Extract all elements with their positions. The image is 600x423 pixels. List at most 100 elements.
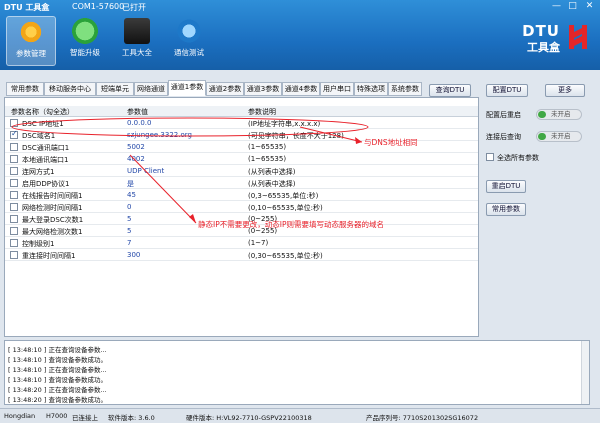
param-name: 本地通讯端口1 [22, 156, 69, 164]
param-name: 最大登录DSC次数1 [22, 216, 84, 224]
restart-after-config-toggle[interactable]: 未开启 [536, 109, 582, 120]
row-checkbox[interactable] [10, 155, 18, 163]
param-value[interactable]: 5 [127, 215, 131, 223]
tab-channel3[interactable]: 通道3参数 [244, 82, 282, 96]
row-checkbox[interactable] [10, 119, 18, 127]
toggle-knob [538, 111, 546, 118]
param-value[interactable]: 45 [127, 191, 136, 199]
row-checkbox[interactable] [10, 239, 18, 247]
param-value[interactable]: 0 [127, 203, 131, 211]
param-value[interactable]: UDP Client [127, 167, 164, 175]
close-button[interactable]: ✕ [583, 1, 596, 12]
col-name[interactable]: 参数名称（勾全选） [11, 107, 74, 117]
table-row[interactable]: 控制级别1 7 (1~7) [5, 238, 478, 249]
log-line: [ 13:48:10 ] 查询设备参数成功。 [8, 376, 107, 384]
table-header: 参数名称（勾全选） 参数值 参数说明 [5, 106, 478, 117]
toggle-text: 未开启 [551, 132, 571, 140]
tab-channel4[interactable]: 通道4参数 [282, 82, 320, 96]
table-row[interactable]: 本地通讯端口1 4002 (1~65535) [5, 154, 478, 165]
param-value[interactable]: 7 [127, 239, 131, 247]
row-checkbox[interactable] [10, 167, 18, 175]
table-row[interactable]: 连网方式1 UDP Client (从列表中选择) [5, 166, 478, 177]
log-line: [ 13:48:10 ] 正在查询设备参数... [8, 366, 107, 374]
param-value[interactable]: 300 [127, 251, 140, 259]
common-params-button[interactable]: 常用参数 [486, 203, 526, 216]
toggle-text: 未开启 [551, 110, 571, 118]
status-bar: Hongdian H7000 已连接上 软件版本: 3.6.0 硬件版本: H:… [0, 408, 600, 423]
tab-common[interactable]: 常用参数 [6, 82, 44, 96]
app-title: DTU 工具盒 [4, 3, 50, 12]
row-checkbox[interactable] [10, 251, 18, 259]
tool-comm-test[interactable]: 通信测试 [164, 16, 214, 66]
upgrade-icon [72, 18, 98, 44]
row-checkbox[interactable] [10, 143, 18, 151]
tab-channel2[interactable]: 通道2参数 [206, 82, 244, 96]
tab-network-channel[interactable]: 网络通道 [134, 82, 168, 96]
table-row[interactable]: 在线报告时间间隔1 45 (0,3~65535,单位:秒) [5, 190, 478, 201]
query-after-connect-toggle[interactable]: 未开启 [536, 131, 582, 142]
port-label: COM1-57600 [72, 2, 125, 11]
param-value[interactable]: 0.0.0.0 [127, 119, 152, 127]
param-value[interactable]: 5 [127, 227, 131, 235]
row-checkbox[interactable] [10, 191, 18, 199]
param-name: DSC域名1 [22, 132, 56, 140]
param-name: 在线报告时间间隔1 [22, 192, 83, 200]
table-row[interactable]: 网络检测时间间隔1 0 (0,10~65535,单位:秒) [5, 202, 478, 213]
show-all-checkbox[interactable] [486, 153, 494, 161]
param-name: 连网方式1 [22, 168, 55, 176]
tab-system-params[interactable]: 系统参数 [388, 82, 422, 96]
status-connection: 已连接上 [72, 414, 98, 422]
restart-dtu-button[interactable]: 重启DTU [486, 180, 526, 193]
log-panel: [ 13:48:10 ] 正在查询设备参数... [ 13:48:10 ] 查询设… [4, 340, 590, 405]
status-software-version: 软件版本: 3.6.0 [108, 414, 155, 422]
tab-user-serial[interactable]: 用户串口 [320, 82, 354, 96]
tab-sms-unit[interactable]: 短端单元 [96, 82, 134, 96]
col-desc: 参数说明 [248, 108, 276, 116]
brand-line1: DTU [522, 22, 560, 40]
more-button[interactable]: 更多 [545, 84, 585, 97]
tab-special-options[interactable]: 特殊选项 [354, 82, 388, 96]
param-value[interactable]: 5002 [127, 143, 145, 151]
param-desc: (0,10~65535,单位:秒) [248, 204, 323, 212]
log-line: [ 13:48:10 ] 查询设备参数成功。 [8, 356, 107, 364]
annotation-static-ip: 静态IP不需要更改，动态IP则需要填写动态服务器的域名 [198, 220, 384, 229]
tool-smart-upgrade[interactable]: 智能升级 [60, 16, 110, 66]
param-name: 重连接时间间隔1 [22, 252, 76, 260]
annotation-dns: 与DNS地址相同 [364, 138, 418, 147]
toolbox-icon [124, 18, 150, 44]
log-line: [ 13:48:20 ] 查询设备参数成功。 [8, 396, 107, 404]
row-checkbox[interactable] [10, 215, 18, 223]
status-vendor: Hongdian [4, 412, 36, 420]
table-row[interactable]: DSC IP地址1 0.0.0.0 (IP地址字符串,x.x.x.x) [5, 118, 478, 129]
param-value[interactable]: 是 [127, 179, 134, 189]
table-row[interactable]: 启用DDP协议1 是 (从列表中选择) [5, 178, 478, 189]
tool-param-manage[interactable]: 参数管理 [6, 16, 56, 66]
row-checkbox[interactable] [10, 203, 18, 211]
logo-icon [569, 25, 587, 49]
param-value[interactable]: 4002 [127, 155, 145, 163]
status-model: H7000 [46, 412, 68, 420]
tool-label: 通信测试 [174, 48, 204, 57]
title-bar: DTU 工具盒 COM1-57600 已打开 — □ ✕ [0, 0, 600, 14]
toggle-knob [538, 133, 546, 140]
tab-mobile-center[interactable]: 移动服务中心 [44, 82, 96, 96]
tab-channel1[interactable]: 通道1参数 [168, 80, 206, 96]
tool-label: 智能升级 [70, 48, 100, 57]
table-row[interactable]: 重连接时间间隔1 300 (0,30~65535,单位:秒) [5, 250, 478, 261]
minimize-button[interactable]: — [550, 1, 563, 12]
brand: DTU 工具盒 [522, 22, 560, 55]
param-desc: (IP地址字符串,x.x.x.x) [248, 120, 321, 128]
tool-utilities[interactable]: 工具大全 [112, 16, 162, 66]
tool-label: 工具大全 [122, 48, 152, 57]
row-checkbox[interactable] [10, 129, 18, 139]
col-value: 参数值 [127, 108, 148, 116]
param-name: DSC通讯端口1 [22, 144, 70, 152]
log-scrollbar[interactable] [581, 341, 589, 404]
maximize-button[interactable]: □ [566, 1, 579, 12]
row-checkbox[interactable] [10, 179, 18, 187]
param-value[interactable]: szjungee.3322.org [127, 131, 192, 139]
row-checkbox[interactable] [10, 227, 18, 235]
config-dtu-button[interactable]: 配置DTU [486, 84, 528, 97]
param-name: 最大网络检测次数1 [22, 228, 83, 236]
query-dtu-button[interactable]: 查询DTU [429, 84, 471, 97]
